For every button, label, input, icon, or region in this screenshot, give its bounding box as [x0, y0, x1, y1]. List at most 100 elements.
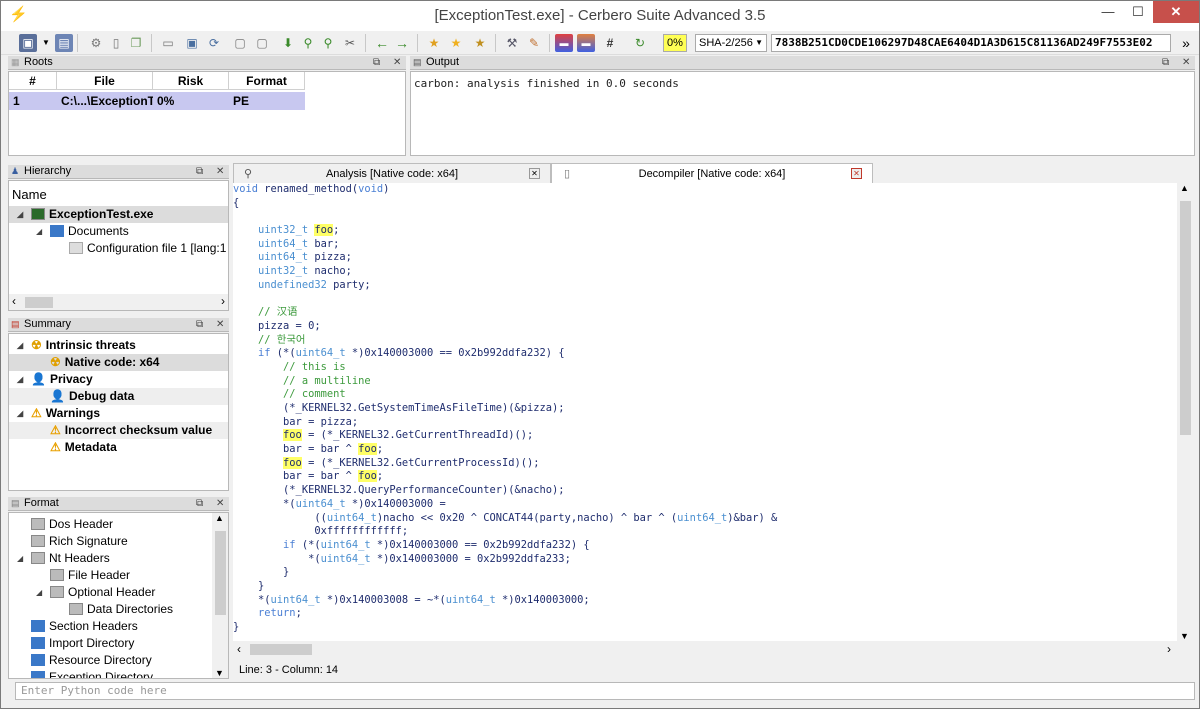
scrollbar-thumb[interactable]: [1180, 201, 1191, 435]
scroll-up-icon[interactable]: ▲: [215, 513, 224, 523]
hash-algorithm-select[interactable]: SHA-2/256 ▼: [695, 34, 767, 52]
code-line[interactable]: (*_KERNEL32.GetSystemTimeAsFileTime)(&pi…: [233, 402, 1177, 416]
tree-item-documents[interactable]: ◢ Documents: [9, 223, 228, 240]
format-item-rich-signature[interactable]: Rich Signature: [31, 533, 128, 550]
format-item-section-headers[interactable]: Section Headers: [31, 618, 138, 635]
expand-arrow-icon[interactable]: ◢: [36, 584, 42, 601]
save-layout-icon[interactable]: ▣: [183, 34, 201, 52]
format-item-import-directory[interactable]: Import Directory: [31, 635, 134, 652]
flag-alt-icon[interactable]: ▬: [577, 34, 595, 52]
close-icon[interactable]: ✕: [216, 165, 224, 178]
code-line[interactable]: return;: [233, 607, 1177, 621]
edit-icon[interactable]: ✎: [525, 34, 543, 52]
gear-icon[interactable]: ⚙: [87, 34, 105, 52]
close-icon[interactable]: ✕: [216, 318, 224, 331]
summary-item-checksum[interactable]: ⚠ Incorrect checksum value: [9, 422, 228, 439]
code-line[interactable]: // 汉语: [233, 306, 1177, 320]
float-icon[interactable]: ⧉: [196, 165, 203, 178]
code-line[interactable]: // 한국어: [233, 334, 1177, 348]
flag-icon[interactable]: ▬: [555, 34, 573, 52]
scroll-left-icon[interactable]: ‹: [12, 294, 16, 308]
expand-arrow-icon[interactable]: ◢: [17, 337, 23, 354]
panel-split-icon[interactable]: ▢: [253, 34, 271, 52]
format-item-optional-header[interactable]: ◢ Optional Header: [9, 584, 209, 601]
summary-item-warnings[interactable]: ◢ ⚠ Warnings: [9, 405, 228, 422]
float-icon[interactable]: ⧉: [196, 318, 203, 331]
format-item-data-directories[interactable]: Data Directories: [69, 601, 173, 618]
format-item-file-header[interactable]: File Header: [50, 567, 130, 584]
table-cell-file[interactable]: C:\...\ExceptionT: [57, 92, 153, 110]
window-icon[interactable]: ▭: [159, 34, 177, 52]
code-line[interactable]: }: [233, 566, 1177, 580]
summary-item-metadata[interactable]: ⚠ Metadata: [9, 439, 228, 456]
code-line[interactable]: {: [233, 197, 1177, 211]
float-icon[interactable]: ⧉: [1162, 56, 1169, 69]
code-line[interactable]: [233, 293, 1177, 307]
table-cell-format[interactable]: PE: [229, 92, 305, 110]
decompiler-code-view[interactable]: void renamed_method(void){ uint32_t foo;…: [233, 183, 1177, 641]
hash-value-field[interactable]: 7838B251CD0CDE106297D48CAE6404D1A3D615C8…: [771, 34, 1171, 52]
code-line[interactable]: undefined32 party;: [233, 279, 1177, 293]
document-icon[interactable]: ▯: [107, 34, 125, 52]
code-line[interactable]: 0xffffffffffff;: [233, 525, 1177, 539]
summary-item-privacy[interactable]: ◢ 👤 Privacy: [9, 371, 228, 388]
code-line[interactable]: // this is: [233, 361, 1177, 375]
code-line[interactable]: uint32_t foo;: [233, 224, 1177, 238]
code-line[interactable]: bar = pizza;: [233, 416, 1177, 430]
close-icon[interactable]: ✕: [393, 56, 401, 69]
expand-arrow-icon[interactable]: ◢: [17, 550, 23, 567]
copy-icon[interactable]: ❐: [127, 34, 145, 52]
code-line[interactable]: bar = bar ^ foo;: [233, 470, 1177, 484]
open-icon[interactable]: ▤: [55, 34, 73, 52]
scroll-up-icon[interactable]: ▲: [1180, 183, 1189, 193]
code-line[interactable]: [233, 210, 1177, 224]
summary-item-debug-data[interactable]: 👤 Debug data: [9, 388, 228, 405]
format-item-nt-headers[interactable]: ◢ Nt Headers: [9, 550, 209, 567]
forward-arrow-icon[interactable]: →: [393, 34, 411, 52]
float-icon[interactable]: ⧉: [196, 497, 203, 510]
summary-item-native-code[interactable]: ☢ Native code: x64: [9, 354, 228, 371]
bookmark-icon[interactable]: ★: [425, 34, 443, 52]
summary-item-intrinsic-threats[interactable]: ◢ ☢ Intrinsic threats: [9, 337, 228, 354]
code-line[interactable]: uint64_t pizza;: [233, 251, 1177, 265]
tab-close-icon[interactable]: ✕: [851, 168, 862, 179]
output-console[interactable]: carbon: analysis finished in 0.0 seconds: [410, 71, 1195, 156]
scroll-down-icon[interactable]: ▼: [215, 668, 224, 678]
vertical-scrollbar[interactable]: ▲ ▼: [212, 513, 228, 678]
expand-arrow-icon[interactable]: ◢: [17, 206, 23, 223]
code-line[interactable]: foo = (*_KERNEL32.GetCurrentThreadId)();: [233, 429, 1177, 443]
code-line[interactable]: (*_KERNEL32.QueryPerformanceCounter)(&na…: [233, 484, 1177, 498]
tab-decompiler[interactable]: ▯ Decompiler [Native code: x64] ✕: [551, 163, 873, 183]
format-item-dos-header[interactable]: Dos Header: [31, 516, 113, 533]
close-button[interactable]: ✕: [1153, 1, 1199, 23]
close-icon[interactable]: ✕: [1182, 56, 1190, 69]
tree-item-configuration[interactable]: Configuration file 1 [lang:1: [9, 240, 228, 257]
expand-arrow-icon[interactable]: ◢: [17, 371, 23, 388]
table-cell-number[interactable]: 1: [9, 92, 57, 110]
code-line[interactable]: if (*(uint64_t *)0x140003000 == 0x2b992d…: [233, 347, 1177, 361]
python-icon[interactable]: ↻: [631, 34, 649, 52]
format-item-exception-directory[interactable]: Exception Directory: [31, 669, 153, 678]
star-icon[interactable]: ★: [447, 34, 465, 52]
python-input[interactable]: Enter Python code here: [15, 682, 1195, 700]
scrollbar-thumb[interactable]: [215, 531, 226, 615]
scroll-down-icon[interactable]: ▼: [1180, 631, 1189, 641]
toolbar-overflow-button[interactable]: »: [1177, 34, 1195, 52]
save-icon[interactable]: ▣: [19, 34, 37, 52]
search-icon[interactable]: ⚲: [299, 34, 317, 52]
code-line[interactable]: // a multiline: [233, 375, 1177, 389]
maximize-button[interactable]: ☐: [1123, 1, 1153, 23]
scroll-right-icon[interactable]: ›: [221, 294, 225, 308]
code-line[interactable]: ((uint64_t)nacho << 0x20 ^ CONCAT44(part…: [233, 512, 1177, 526]
minimize-button[interactable]: —: [1093, 1, 1123, 23]
code-line[interactable]: void renamed_method(void): [233, 183, 1177, 197]
code-line[interactable]: uint32_t nacho;: [233, 265, 1177, 279]
tools-icon[interactable]: ⚒: [503, 34, 521, 52]
code-line[interactable]: pizza = 0;: [233, 320, 1177, 334]
refresh-icon[interactable]: ⟳: [205, 34, 223, 52]
table-cell-risk[interactable]: 0%: [153, 92, 229, 110]
code-line[interactable]: *(uint64_t *)0x140003000 =: [233, 498, 1177, 512]
code-line[interactable]: bar = bar ^ foo;: [233, 443, 1177, 457]
scrollbar-thumb[interactable]: [25, 297, 53, 308]
down-arrow-icon[interactable]: ⬇: [279, 34, 297, 52]
